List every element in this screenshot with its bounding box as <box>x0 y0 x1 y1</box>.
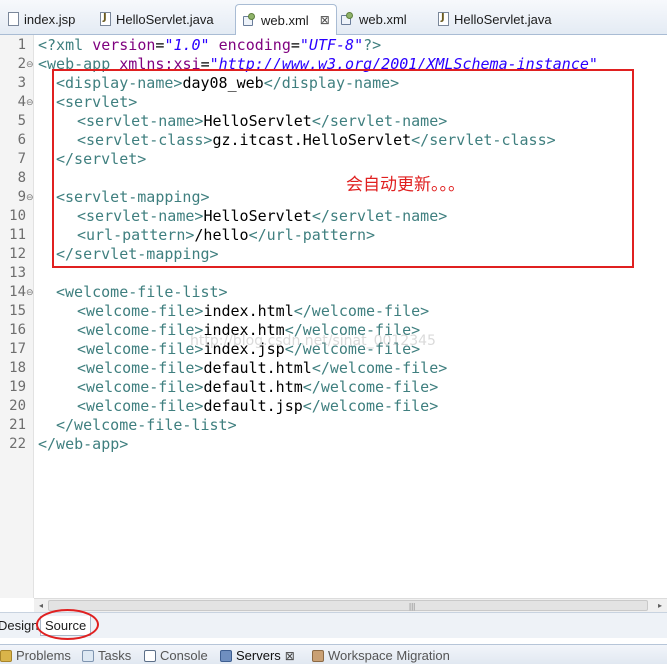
tab-source[interactable]: Source <box>40 616 92 636</box>
scroll-left-icon[interactable]: ◂ <box>34 599 48 612</box>
line-number: 16 <box>9 322 26 338</box>
code-line-1: <?xml version="1.0" encoding="UTF-8"?> <box>38 36 382 54</box>
fold-toggle-icon[interactable]: ⊖ <box>26 55 34 74</box>
tab-web-xml-active[interactable]: web.xml ⊠ <box>235 4 337 35</box>
tab-label: HelloServlet.java <box>116 11 214 27</box>
code-line-20: <welcome-file>default.jsp</welcome-file> <box>77 397 439 415</box>
close-icon[interactable]: ⊠ <box>320 13 330 27</box>
line-number: 15 <box>9 303 26 319</box>
tab-label: index.jsp <box>24 11 76 27</box>
watermark: http://blog.csdn.net/sinat_0012345 <box>190 333 436 349</box>
line-number: 2 <box>17 56 26 72</box>
tab-workspace-migration[interactable]: Workspace Migration <box>312 647 450 665</box>
view-tab-label: Problems <box>16 648 71 663</box>
line-number: 13 <box>9 265 26 281</box>
tab-web-xml[interactable]: web.xml <box>334 4 413 34</box>
line-number: 17 <box>9 341 26 357</box>
bottom-views-bar: Problems Tasks Console Servers ⊠ Workspa… <box>0 644 667 664</box>
code-line-12: </servlet-mapping> <box>56 245 219 263</box>
code-line-14: <welcome-file-list> <box>56 283 228 301</box>
tab-problems[interactable]: Problems <box>0 647 71 665</box>
xml-file-icon <box>340 12 354 26</box>
tab-label: web.xml <box>261 12 309 28</box>
view-tab-label: Servers <box>236 648 281 663</box>
java-file-icon <box>100 12 111 26</box>
editor-mode-tabs: Design Source <box>0 612 667 638</box>
tab-tasks[interactable]: Tasks <box>82 647 131 665</box>
close-icon[interactable]: ⊠ <box>285 647 295 665</box>
java-file-icon <box>438 12 449 26</box>
code-line-4: <servlet> <box>56 93 138 111</box>
fold-toggle-icon[interactable]: ⊖ <box>26 93 34 112</box>
problems-icon <box>0 650 12 662</box>
line-number: 12 <box>9 246 26 262</box>
view-tab-label: Tasks <box>98 648 132 663</box>
line-number: 21 <box>9 417 26 433</box>
fold-toggle-icon[interactable]: ⊖ <box>26 283 34 302</box>
tab-console[interactable]: Console <box>144 647 208 665</box>
line-number: 11 <box>9 227 26 243</box>
line-number: 4 <box>17 94 26 110</box>
tab-design[interactable]: Design <box>0 616 42 635</box>
view-tab-label: Workspace Migration <box>328 648 450 663</box>
line-number: 8 <box>17 170 26 186</box>
code-line-3: <display-name>day08_web</display-name> <box>56 74 400 92</box>
line-number: 20 <box>9 398 26 414</box>
line-number: 1 <box>17 37 26 53</box>
tab-servers[interactable]: Servers ⊠ <box>220 647 295 665</box>
view-tab-label: Console <box>160 648 208 663</box>
code-line-7: </servlet> <box>56 150 147 168</box>
code-line-21: </welcome-file-list> <box>56 416 237 434</box>
annotation-note: 会自动更新。。。 <box>346 175 465 195</box>
code-line-10: <servlet-name>HelloServlet</servlet-name… <box>77 207 448 225</box>
jsp-file-icon <box>8 12 19 26</box>
grip-icon: ||| <box>409 602 416 611</box>
tab-helloservlet-java[interactable]: HelloServlet.java <box>94 4 220 34</box>
fold-toggle-icon[interactable]: ⊖ <box>26 188 34 207</box>
code-line-19: <welcome-file>default.htm</welcome-file> <box>77 378 439 396</box>
line-number: 18 <box>9 360 26 376</box>
line-number: 10 <box>9 208 26 224</box>
code-line-6: <servlet-class>gz.itcast.HelloServlet</s… <box>77 131 556 149</box>
editor-tab-bar: index.jsp HelloServlet.java web.xml ⊠ we… <box>0 0 667 35</box>
line-number: 3 <box>17 75 26 91</box>
line-number: 6 <box>17 132 26 148</box>
line-number: 22 <box>9 436 26 452</box>
tab-helloservlet-java-2[interactable]: HelloServlet.java <box>432 4 558 34</box>
line-number: 9 <box>17 189 26 205</box>
tab-label: HelloServlet.java <box>454 11 552 27</box>
scroll-right-icon[interactable]: ▸ <box>653 599 667 612</box>
code-line-11: <url-pattern>/hello</url-pattern> <box>77 226 376 244</box>
xml-source-editor[interactable]: <?xml version="1.0" encoding="UTF-8"?> <… <box>34 35 667 598</box>
code-line-9: <servlet-mapping> <box>56 188 210 206</box>
line-number-gutter: 1 2 ⊖ 3 4 ⊖ 5 6 7 8 9 ⊖ 10 11 12 13 14 ⊖… <box>0 35 34 598</box>
line-number: 14 <box>9 284 26 300</box>
code-line-5: <servlet-name>HelloServlet</servlet-name… <box>77 112 448 130</box>
tab-index-jsp[interactable]: index.jsp <box>2 4 81 34</box>
servers-icon <box>220 650 232 662</box>
line-number: 7 <box>17 151 26 167</box>
code-line-15: <welcome-file>index.html</welcome-file> <box>77 302 430 320</box>
xml-file-icon <box>242 13 256 27</box>
code-line-18: <welcome-file>default.html</welcome-file… <box>77 359 448 377</box>
line-number: 19 <box>9 379 26 395</box>
console-icon <box>144 650 156 662</box>
migration-icon <box>312 650 324 662</box>
code-line-2: <web-app xmlns:xsi="http://www.w3.org/20… <box>38 55 598 73</box>
horizontal-scrollbar[interactable]: ◂ ||| ▸ <box>34 598 667 612</box>
scrollbar-thumb[interactable]: ||| <box>48 600 648 611</box>
tasks-icon <box>82 650 94 662</box>
tab-label: web.xml <box>359 11 407 27</box>
code-line-22: </web-app> <box>38 435 129 453</box>
line-number: 5 <box>17 113 26 129</box>
